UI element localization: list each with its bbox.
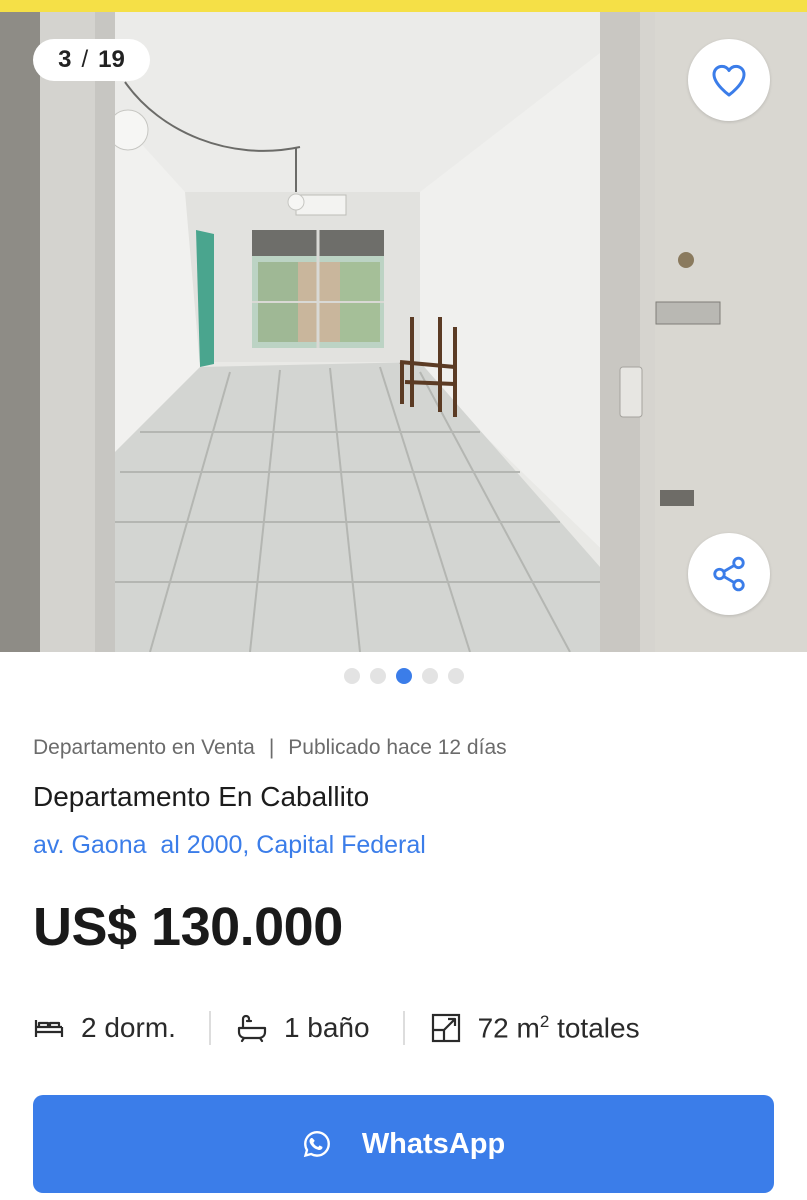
features-row: 2 dorm. 1 baño 72 m2 totales <box>33 1006 640 1050</box>
published-date: Publicado hace 12 días <box>288 736 507 759</box>
bed-icon <box>34 1020 64 1037</box>
pagination-dot[interactable] <box>447 668 464 684</box>
area-value: 72 m <box>477 1012 540 1044</box>
counter-separator: / <box>81 46 89 73</box>
whatsapp-button[interactable]: WhatsApp <box>33 1095 774 1193</box>
whatsapp-label: WhatsApp <box>361 1127 506 1160</box>
counter-current: 3 <box>58 46 72 73</box>
share-button[interactable] <box>688 533 770 615</box>
share-icon <box>713 556 745 592</box>
area-suffix: totales <box>549 1012 640 1044</box>
photo-gallery[interactable]: 3 / 19 <box>0 12 807 652</box>
meta-separator: | <box>268 736 275 759</box>
apartment-photo <box>0 12 807 652</box>
bathrooms-label: 1 baño <box>283 1012 370 1043</box>
feature-bathrooms: 1 baño <box>236 1012 370 1044</box>
listing-title: Departamento En Caballito <box>33 781 370 812</box>
area-unit-exponent: 2 <box>539 1011 550 1031</box>
whatsapp-icon <box>303 1130 330 1158</box>
feature-divider <box>208 1011 211 1045</box>
counter-total: 19 <box>98 46 125 73</box>
area-icon <box>431 1013 460 1043</box>
feature-divider <box>402 1011 405 1045</box>
operation-type: Departamento en Venta <box>33 736 255 759</box>
pagination-dot[interactable] <box>369 668 386 684</box>
area-label: 72 m2 totales <box>478 1012 640 1044</box>
heart-icon <box>712 64 746 97</box>
bathtub-icon <box>237 1014 267 1043</box>
listing-meta: Departamento en Venta | Publicado hace 1… <box>33 736 507 760</box>
feature-bedrooms: 2 dorm. <box>33 1012 176 1044</box>
pagination-dot[interactable] <box>421 668 438 684</box>
feature-area: 72 m2 totales <box>430 1012 640 1044</box>
top-accent-bar <box>0 0 807 12</box>
pagination-dot-active[interactable] <box>395 668 412 684</box>
listing-price: US$ 130.000 <box>33 897 343 957</box>
listing-address-link[interactable]: av. Gaona al 2000, Capital Federal <box>33 831 426 860</box>
bedrooms-label: 2 dorm. <box>81 1012 176 1043</box>
pagination-dot[interactable] <box>343 668 360 684</box>
favorite-button[interactable] <box>688 39 770 121</box>
photo-counter: 3 / 19 <box>33 39 150 81</box>
gallery-pagination <box>0 666 807 686</box>
